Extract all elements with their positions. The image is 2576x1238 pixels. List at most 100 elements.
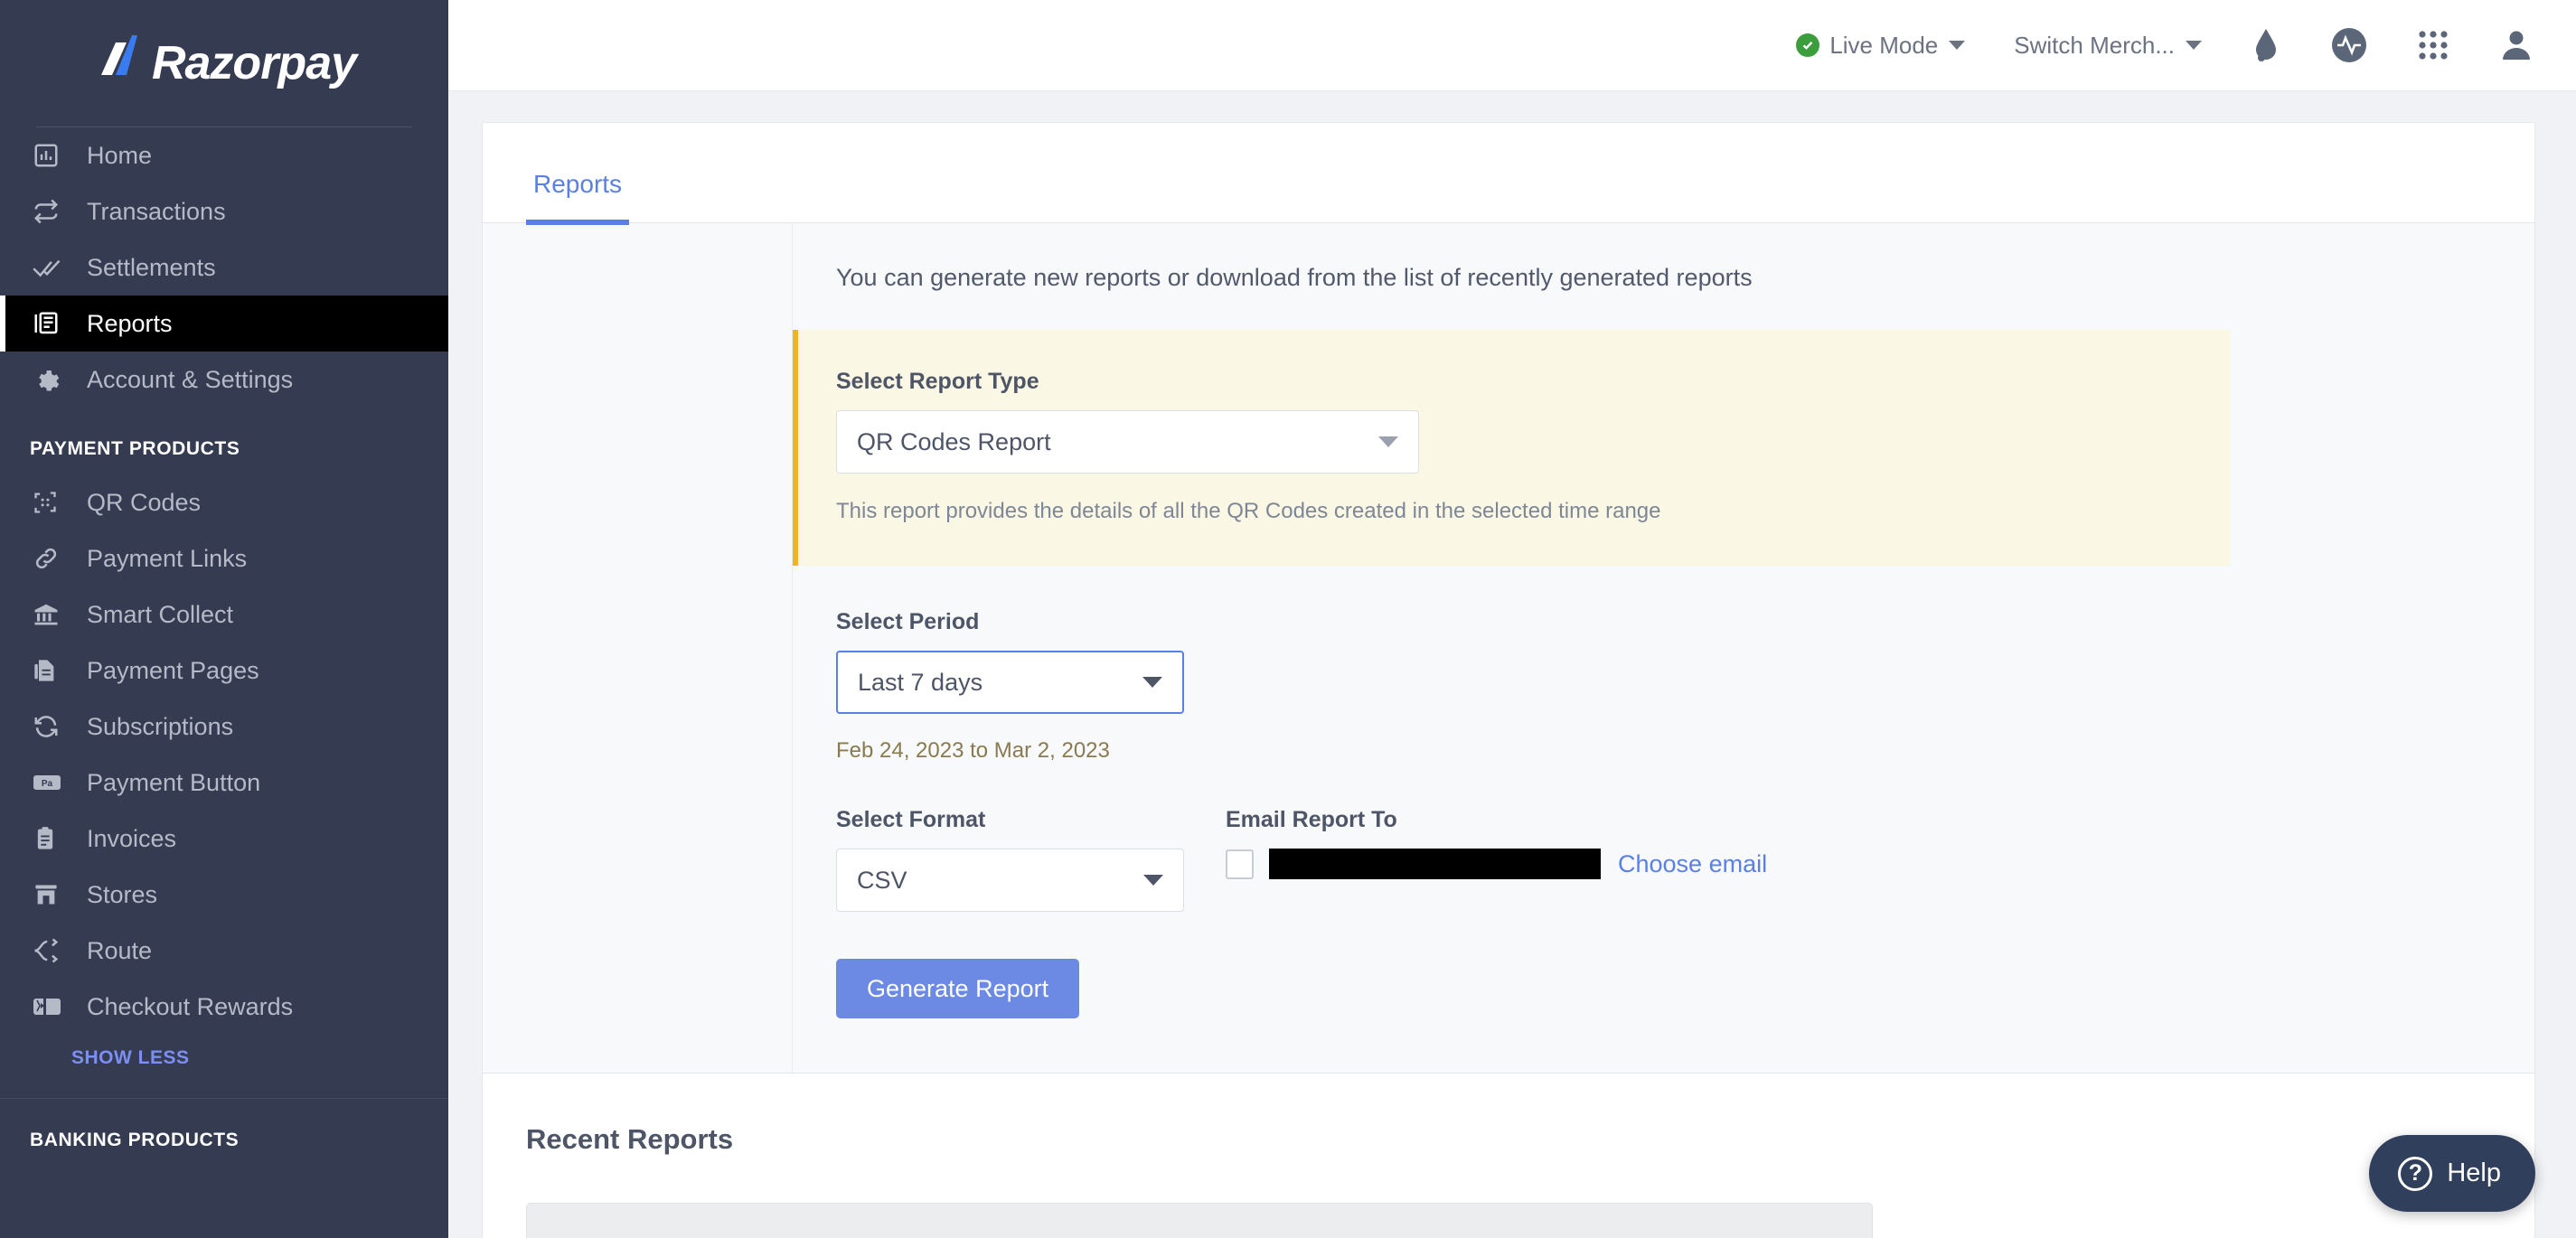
sidebar: Razorpay Home Transactions Settlements R… <box>0 0 448 1238</box>
period-value: Last 7 days <box>858 668 983 696</box>
email-row: Choose email <box>1226 849 1767 879</box>
sidebar-item-qr-codes[interactable]: QR Codes <box>0 474 448 530</box>
sidebar-item-route[interactable]: Route <box>0 923 448 979</box>
pulse-icon[interactable] <box>2330 26 2368 64</box>
live-mode-switcher[interactable]: Live Mode <box>1796 31 1966 60</box>
live-mode-check-icon <box>1796 33 1820 57</box>
apps-grid-icon[interactable] <box>2415 27 2451 63</box>
intro-text: You can generate new reports or download… <box>836 264 1753 291</box>
sidebar-item-payment-pages[interactable]: Payment Pages <box>0 642 448 699</box>
generate-report-button[interactable]: Generate Report <box>836 959 1080 1018</box>
sidebar-item-invoices[interactable]: Invoices <box>0 811 448 867</box>
chevron-down-icon <box>2186 41 2202 50</box>
sidebar-item-account-settings[interactable]: Account & Settings <box>0 352 448 408</box>
sidebar-item-label: Payment Button <box>87 768 261 796</box>
email-label: Email Report To <box>1226 807 1397 832</box>
report-type-panel: Select Report Type QR Codes Report This … <box>793 330 2230 566</box>
switch-merchant-label: Switch Merch... <box>2014 31 2175 59</box>
link-icon <box>33 543 69 574</box>
choose-email-link[interactable]: Choose email <box>1618 850 1767 878</box>
user-avatar-icon[interactable] <box>2498 27 2534 63</box>
format-value: CSV <box>857 866 907 894</box>
sidebar-item-reports[interactable]: Reports <box>0 295 448 352</box>
sidebar-item-home[interactable]: Home <box>0 127 448 183</box>
tab-reports[interactable]: Reports <box>526 170 630 225</box>
report-type-label: Select Report Type <box>836 369 1039 394</box>
bar-chart-icon <box>33 140 69 171</box>
help-button[interactable]: ? Help <box>2369 1135 2535 1212</box>
sidebar-item-label: Settlements <box>87 253 216 281</box>
qr-code-icon <box>33 487 69 518</box>
sidebar-item-smart-collect[interactable]: Smart Collect <box>0 586 448 642</box>
svg-text:Pa: Pa <box>42 779 53 789</box>
recent-reports-table-header <box>526 1203 1873 1238</box>
email-checkbox[interactable] <box>1226 849 1254 879</box>
sidebar-item-label: Route <box>87 936 153 964</box>
sidebar-item-payment-button[interactable]: Pa Payment Button <box>0 755 448 811</box>
sidebar-item-label: Payment Links <box>87 544 248 572</box>
reports-card: Reports You can generate new reports or … <box>482 122 2535 1238</box>
transactions-icon <box>33 196 69 227</box>
format-select[interactable]: CSV <box>836 849 1184 912</box>
period-range-text: Feb 24, 2023 to Mar 2, 2023 <box>836 738 1110 763</box>
brand-name: Razorpay <box>151 37 357 89</box>
format-block: Select Format CSV <box>836 807 1184 912</box>
format-email-row: Select Format CSV Email Report To Choose… <box>793 764 2230 912</box>
show-less-button[interactable]: SHOW LESS <box>0 1035 448 1082</box>
route-icon <box>33 935 69 966</box>
refresh-icon <box>33 711 69 742</box>
reports-icon <box>33 308 69 339</box>
sidebar-item-payment-links[interactable]: Payment Links <box>0 530 448 586</box>
chevron-down-icon <box>1143 875 1163 886</box>
topbar: Live Mode Switch Merch... <box>448 0 2576 91</box>
question-mark-icon: ? <box>2398 1156 2433 1191</box>
sidebar-item-label: Invoices <box>87 824 177 852</box>
left-gutter <box>483 223 793 1073</box>
sidebar-item-label: Checkout Rewards <box>87 992 294 1020</box>
help-label: Help <box>2447 1158 2501 1187</box>
sidebar-item-settlements[interactable]: Settlements <box>0 239 448 295</box>
live-mode-label: Live Mode <box>1829 31 1939 59</box>
report-type-select[interactable]: QR Codes Report <box>836 410 1419 474</box>
switch-merchant-dropdown[interactable]: Switch Merch... <box>2014 32 2202 60</box>
sidebar-item-label: Account & Settings <box>87 365 294 393</box>
sidebar-item-label: Transactions <box>87 197 226 225</box>
report-type-hint: This report provides the details of all … <box>836 499 1661 523</box>
document-icon <box>33 655 69 686</box>
sidebar-item-stores[interactable]: Stores <box>0 867 448 923</box>
sidebar-item-label: QR Codes <box>87 488 202 516</box>
recent-reports-title: Recent Reports <box>526 1123 734 1155</box>
store-icon <box>33 879 69 910</box>
bank-icon <box>33 599 69 630</box>
period-label: Select Period <box>836 609 980 634</box>
sidebar-item-label: Stores <box>87 880 158 908</box>
brand-logo[interactable]: Razorpay <box>0 0 448 127</box>
generate-button-wrap: Generate Report <box>793 912 2230 1073</box>
sidebar-item-transactions[interactable]: Transactions <box>0 183 448 239</box>
chevron-down-icon <box>1378 436 1398 447</box>
period-block: Select Period Last 7 days Feb 24, 2023 t… <box>793 566 2230 764</box>
double-check-icon <box>33 252 69 283</box>
tab-bar: Reports <box>483 123 2534 225</box>
sidebar-item-label: Home <box>87 141 153 169</box>
sidebar-item-subscriptions[interactable]: Subscriptions <box>0 699 448 755</box>
section-title-banking-products: BANKING PRODUCTS <box>30 1130 240 1150</box>
sidebar-item-label: Subscriptions <box>87 712 234 740</box>
gift-card-icon <box>33 991 69 1022</box>
razorpay-logo-icon <box>92 33 148 94</box>
report-type-value: QR Codes Report <box>857 427 1051 455</box>
sidebar-item-label: Payment Pages <box>87 656 259 684</box>
sidebar-item-checkout-rewards[interactable]: Checkout Rewards <box>0 979 448 1035</box>
email-address-redacted <box>1269 849 1601 879</box>
period-select[interactable]: Last 7 days <box>836 651 1184 714</box>
format-label: Select Format <box>836 807 986 832</box>
gear-icon <box>33 364 69 395</box>
email-block: Email Report To Choose email <box>1226 807 1767 912</box>
payment-button-icon: Pa <box>33 767 69 798</box>
chevron-down-icon <box>1142 677 1162 688</box>
chevron-down-icon <box>1949 41 1966 50</box>
razorpay-drop-icon[interactable] <box>2249 27 2283 63</box>
main-area: Live Mode Switch Merch... Reports You ca… <box>448 0 2576 1238</box>
report-form-column: You can generate new reports or download… <box>793 223 2534 1073</box>
reports-body: You can generate new reports or download… <box>483 223 2534 1073</box>
